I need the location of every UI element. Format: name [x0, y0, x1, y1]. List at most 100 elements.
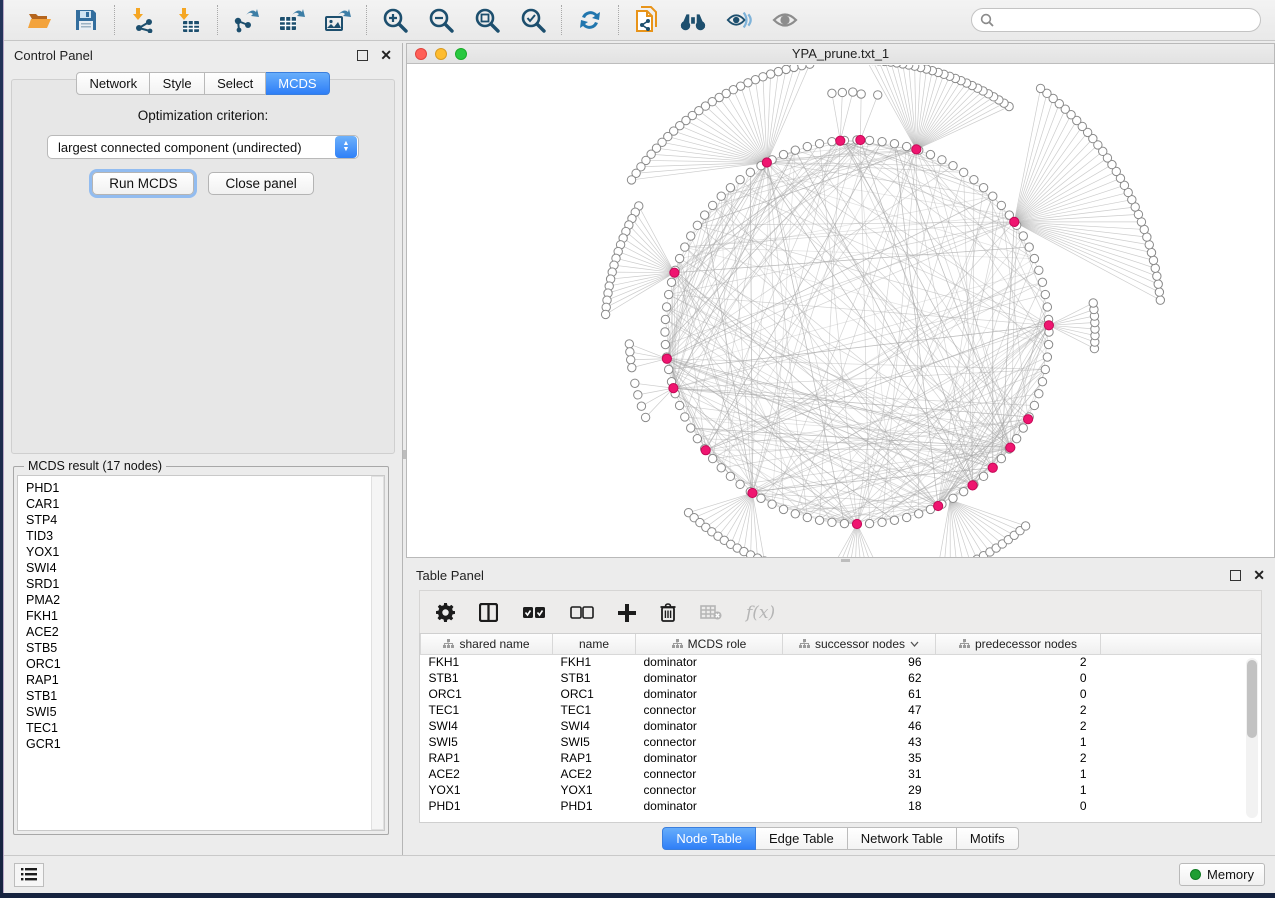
result-node[interactable]: YOX1: [26, 544, 384, 560]
close-panel-button[interactable]: Close panel: [208, 172, 313, 195]
network-canvas[interactable]: [407, 65, 1274, 557]
mcds-result-list[interactable]: PHD1CAR1STP4TID3YOX1SWI4SRD1PMA2FKH1ACE2…: [17, 475, 385, 831]
task-history-button[interactable]: [14, 863, 44, 887]
table-scrollbar-thumb[interactable]: [1247, 660, 1257, 738]
run-mcds-button[interactable]: Run MCDS: [92, 172, 194, 195]
column-header-successor-nodes[interactable]: successor nodes: [783, 634, 936, 654]
control-panel: Control Panel ✕ NetworkStyleSelectMCDS O…: [4, 43, 403, 855]
export-image-button[interactable]: [324, 6, 352, 34]
table-row[interactable]: TEC1TEC1connector472: [421, 702, 1263, 718]
binoculars-icon: [679, 8, 707, 32]
search-container: [971, 8, 1261, 32]
select-all-button[interactable]: [522, 606, 546, 620]
cell: 35: [783, 750, 936, 766]
table-settings-button[interactable]: [436, 603, 455, 622]
table-scrollbar[interactable]: [1246, 658, 1258, 818]
float-panel-icon[interactable]: [357, 50, 368, 61]
zoom-out-button[interactable]: [427, 6, 455, 34]
search-icon: [980, 13, 994, 27]
tab-network[interactable]: Network: [76, 72, 150, 95]
network-overview-button[interactable]: [679, 6, 707, 34]
table-row[interactable]: PHD1PHD1dominator180: [421, 798, 1263, 814]
show-columns-button[interactable]: [479, 603, 498, 622]
result-node[interactable]: SRD1: [26, 576, 384, 592]
window-maximize-icon[interactable]: [455, 48, 467, 60]
apply-layout-button[interactable]: [576, 6, 604, 34]
zoom-in-button[interactable]: [381, 6, 409, 34]
open-file-button[interactable]: [26, 6, 54, 34]
hide-graphics-details-button[interactable]: [725, 6, 753, 34]
result-node[interactable]: TEC1: [26, 720, 384, 736]
result-node[interactable]: SWI4: [26, 560, 384, 576]
float-table-panel-icon[interactable]: [1230, 570, 1241, 581]
deselect-all-button[interactable]: [570, 606, 594, 620]
save-session-button[interactable]: [72, 6, 100, 34]
result-node[interactable]: SWI5: [26, 704, 384, 720]
table-row[interactable]: YOX1YOX1connector291: [421, 782, 1263, 798]
column-header-name[interactable]: name: [553, 634, 636, 654]
table-row[interactable]: SWI5SWI5connector431: [421, 734, 1263, 750]
tab-style[interactable]: Style: [150, 72, 205, 95]
network-view-titlebar[interactable]: YPA_prune.txt_1: [407, 44, 1274, 64]
result-node[interactable]: STP4: [26, 512, 384, 528]
tab-network-table[interactable]: Network Table: [848, 827, 957, 850]
share-document-button[interactable]: [633, 6, 661, 34]
add-column-button[interactable]: [618, 604, 636, 622]
control-panel-title: Control Panel: [14, 48, 357, 63]
result-node[interactable]: FKH1: [26, 608, 384, 624]
column-header-predecessor-nodes[interactable]: predecessor nodes: [936, 634, 1101, 654]
plus-icon: [618, 604, 636, 622]
cell: connector: [636, 782, 783, 798]
result-node[interactable]: STB1: [26, 688, 384, 704]
result-node[interactable]: RAP1: [26, 672, 384, 688]
tab-edge-table[interactable]: Edge Table: [756, 827, 848, 850]
export-network-button[interactable]: [232, 6, 260, 34]
show-graphics-details-button[interactable]: [771, 6, 799, 34]
gear-icon: [436, 603, 455, 622]
cell: YOX1: [553, 782, 636, 798]
column-header-MCDS-role[interactable]: MCDS role: [636, 634, 783, 654]
attribute-type-icon: [443, 639, 454, 649]
window-close-icon[interactable]: [415, 48, 427, 60]
result-list-scrollbar[interactable]: [371, 476, 384, 830]
function-builder-button[interactable]: f(x): [746, 603, 775, 623]
result-node[interactable]: STB5: [26, 640, 384, 656]
tab-mcds[interactable]: MCDS: [266, 72, 329, 95]
tab-select[interactable]: Select: [205, 72, 266, 95]
result-node[interactable]: ACE2: [26, 624, 384, 640]
memory-button[interactable]: Memory: [1179, 863, 1265, 886]
column-label: name: [579, 637, 609, 651]
status-bar: Memory: [4, 855, 1275, 893]
optimization-criterion-dropdown[interactable]: largest connected component (undirected)…: [47, 135, 359, 159]
import-table-button[interactable]: [175, 6, 203, 34]
close-panel-icon[interactable]: ✕: [380, 50, 392, 61]
table-row[interactable]: RAP1RAP1dominator352: [421, 750, 1263, 766]
result-node[interactable]: PMA2: [26, 592, 384, 608]
import-network-button[interactable]: [129, 6, 157, 34]
result-node[interactable]: TID3: [26, 528, 384, 544]
table-row[interactable]: FKH1FKH1dominator962: [421, 654, 1263, 670]
network-view-title: YPA_prune.txt_1: [407, 46, 1274, 61]
table-row[interactable]: SWI4SWI4dominator462: [421, 718, 1263, 734]
table-row[interactable]: STB1STB1dominator620: [421, 670, 1263, 686]
table-row[interactable]: ACE2ACE2connector311: [421, 766, 1263, 782]
export-table-button[interactable]: [278, 6, 306, 34]
cell: YOX1: [421, 782, 553, 798]
tab-motifs[interactable]: Motifs: [957, 827, 1019, 850]
result-node[interactable]: ORC1: [26, 656, 384, 672]
tab-node-table[interactable]: Node Table: [662, 827, 756, 850]
zoom-fit-button[interactable]: [473, 6, 501, 34]
column-header-shared-name[interactable]: shared name: [421, 634, 553, 654]
close-table-panel-icon[interactable]: ✕: [1253, 570, 1265, 581]
delete-column-button[interactable]: [660, 603, 676, 622]
result-node[interactable]: GCR1: [26, 736, 384, 752]
window-minimize-icon[interactable]: [435, 48, 447, 60]
delete-table-button[interactable]: [700, 605, 722, 620]
result-node[interactable]: PHD1: [26, 480, 384, 496]
result-node[interactable]: CAR1: [26, 496, 384, 512]
zoom-selected-button[interactable]: [519, 6, 547, 34]
table-row[interactable]: ORC1ORC1dominator610: [421, 686, 1263, 702]
list-icon: [21, 868, 37, 881]
search-input[interactable]: [971, 8, 1261, 32]
table-panel-titlebar: Table Panel ✕: [406, 563, 1275, 588]
